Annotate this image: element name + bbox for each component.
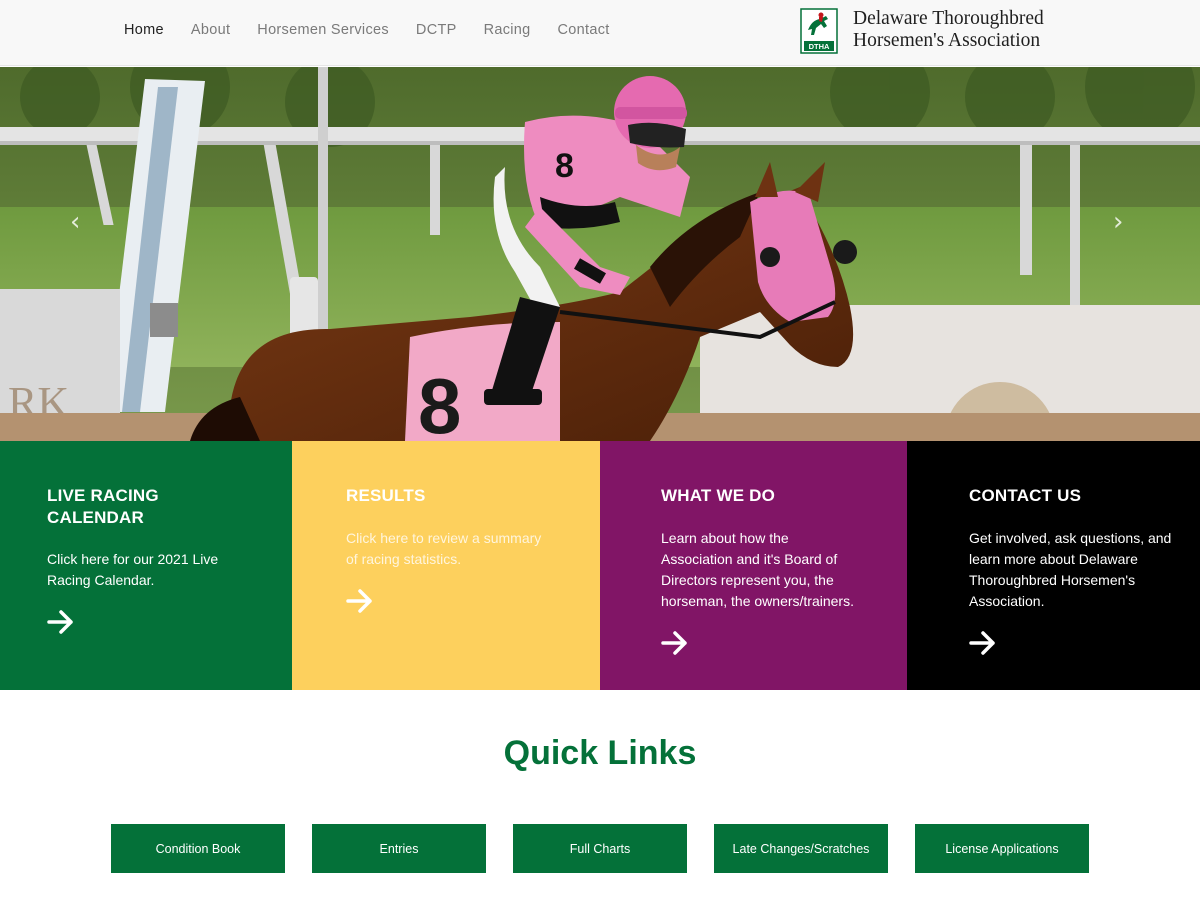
entries-button[interactable]: Entries <box>312 824 486 873</box>
logo-wordmark: Delaware Thoroughbred Horsemen's Associa… <box>853 8 1044 52</box>
site-logo[interactable]: DTHA Delaware Thoroughbred Horsemen's As… <box>800 8 1044 54</box>
nav-about[interactable]: About <box>191 22 230 38</box>
card-description: Click here for our 2021 Live Racing Cale… <box>47 551 219 588</box>
logo-line-2: Horsemen's Association <box>853 30 1041 51</box>
card-title: WHAT WE DO <box>661 486 776 505</box>
nav-horsemen-services[interactable]: Horsemen Services <box>257 22 389 38</box>
top-navbar: Home About Horsemen Services DCTP Racing… <box>0 0 1200 66</box>
hero-racing-photo: RK PAR 8 8 <box>0 67 1200 441</box>
main-menu: Home About Horsemen Services DCTP Racing… <box>124 22 637 38</box>
card-description: Click here to review a summary of racing… <box>346 529 542 567</box>
full-charts-button[interactable]: Full Charts <box>513 824 687 873</box>
svg-text:8: 8 <box>555 147 574 185</box>
late-changes-scratches-button[interactable]: Late Changes/Scratches <box>714 824 888 873</box>
svg-text:8: 8 <box>418 362 461 441</box>
arrow-right-icon[interactable] <box>47 609 75 635</box>
nav-dctp[interactable]: DCTP <box>416 22 457 38</box>
quick-links-heading: Quick Links <box>503 734 697 772</box>
chevron-left-icon[interactable]: ‹ <box>70 207 80 237</box>
card-live-racing-calendar[interactable]: LIVE RACING CALENDAR Click here for our … <box>0 441 292 690</box>
card-title: RESULTS <box>346 486 426 505</box>
arrow-right-icon[interactable] <box>346 588 374 614</box>
nav-racing[interactable]: Racing <box>484 22 531 38</box>
horse-rider-logo-icon: DTHA <box>800 8 838 54</box>
card-results[interactable]: RESULTS Click here to review a summary o… <box>292 441 600 690</box>
logo-line-1: Delaware Thoroughbred <box>853 8 1044 29</box>
card-title: LIVE RACING CALENDAR <box>47 486 159 527</box>
quick-links-bar: Condition Book Entries Full Charts Late … <box>111 824 1089 873</box>
card-what-we-do[interactable]: WHAT WE DO Learn about how the Associati… <box>600 441 907 690</box>
feature-cards: LIVE RACING CALENDAR Click here for our … <box>0 441 1200 690</box>
arrow-right-icon[interactable] <box>661 630 689 656</box>
hero-carousel: RK PAR 8 8 ‹ <box>0 67 1200 441</box>
card-description: Get involved, ask questions, and learn m… <box>969 529 1172 609</box>
card-description: Learn about how the Association and it's… <box>661 529 854 609</box>
chevron-right-icon[interactable]: › <box>1113 207 1123 237</box>
nav-home[interactable]: Home <box>124 22 164 38</box>
condition-book-button[interactable]: Condition Book <box>111 824 285 873</box>
card-contact-us[interactable]: CONTACT US Get involved, ask questions, … <box>907 441 1200 690</box>
license-applications-button[interactable]: License Applications <box>915 824 1089 873</box>
nav-contact[interactable]: Contact <box>558 22 610 38</box>
card-title: CONTACT US <box>969 486 1082 505</box>
svg-text:DTHA: DTHA <box>809 42 830 51</box>
arrow-right-icon[interactable] <box>969 630 997 656</box>
